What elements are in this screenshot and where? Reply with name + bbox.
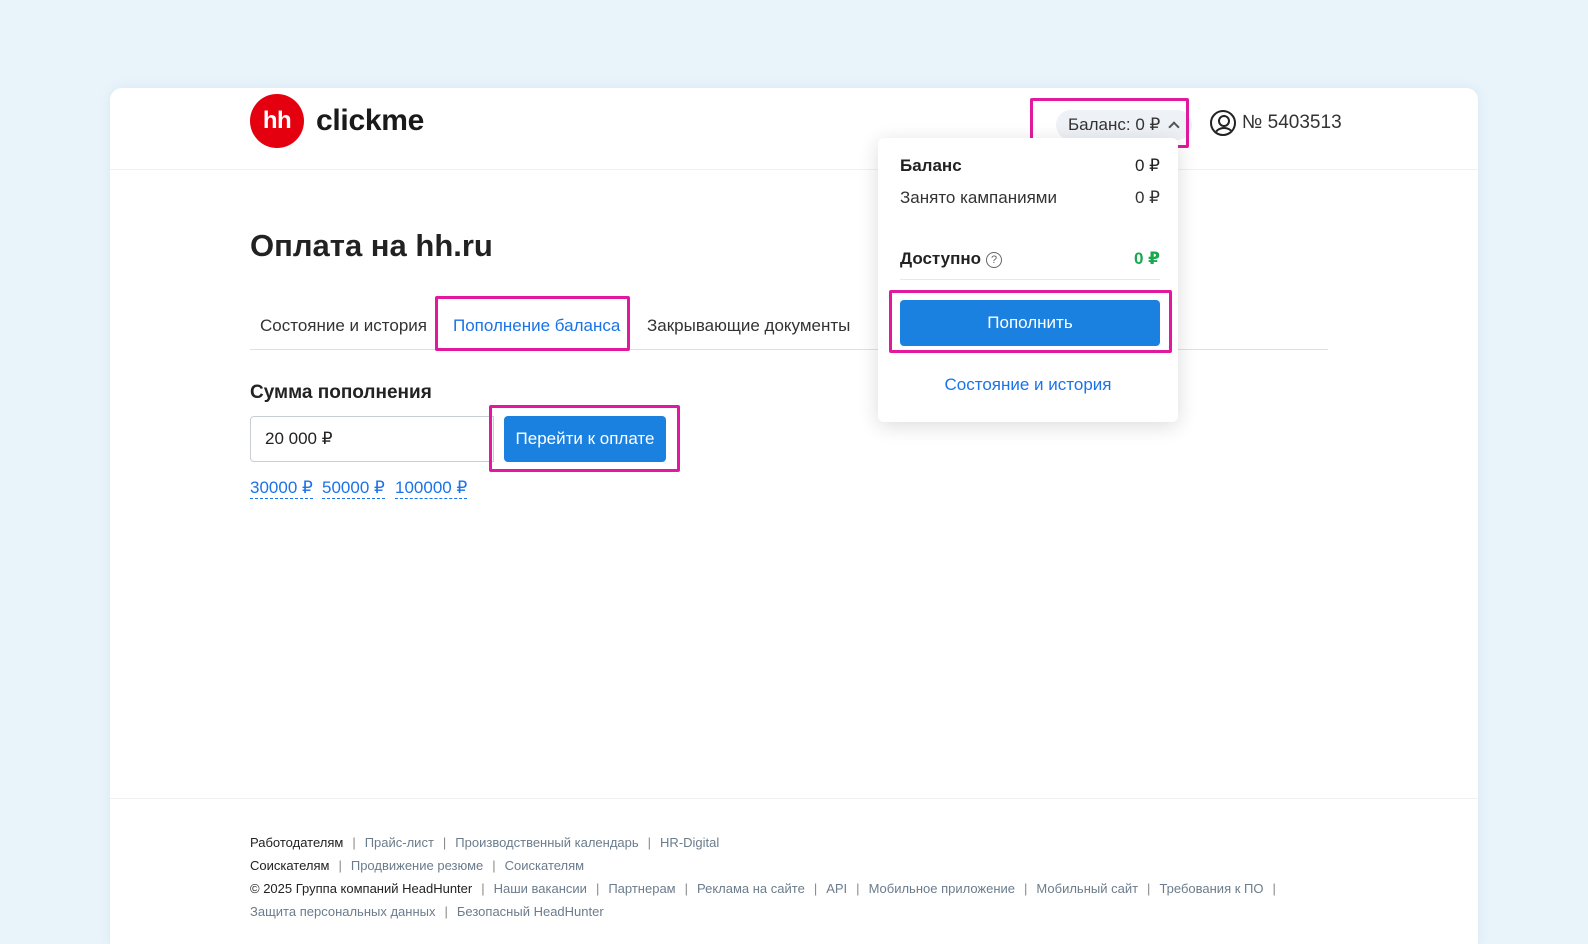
logo-mark: hh [250,94,304,148]
dd-reserved-row: Занято кампаниями 0 ₽ [900,188,1160,208]
dd-reserved-value: 0 ₽ [1135,188,1160,207]
footer-sep: | [492,858,496,873]
footer-link-applicants[interactable]: Соискателям [250,858,329,873]
footer-row-1: Работодателям | Прайс-лист | Производственны… [250,835,719,850]
footer-link-ads[interactable]: Реклама на сайте [697,881,805,896]
footer-sep: | [481,881,485,896]
footer-link-partners[interactable]: Партнерам [608,881,675,896]
account-number: № 5403513 [1242,112,1342,133]
footer-sep: | [1024,881,1028,896]
page-title: Оплата на hh.ru [250,228,493,263]
dd-available-row: Доступно? 0 ₽ [900,249,1160,269]
footer-sep: | [352,835,356,850]
help-icon[interactable]: ? [986,251,1003,268]
logo-text: clickme [316,104,424,137]
account[interactable]: № 5403513 [1210,110,1342,136]
footer-row-3: © 2025 Группа компаний HeadHunter | Наши в… [250,881,1285,896]
footer-copyright: © 2025 Группа компаний HeadHunter [250,881,473,896]
dd-available-label-wrap: Доступно? [900,249,1003,269]
balance-dropdown: Баланс 0 ₽ Занято кампаниями 0 ₽ Доступн… [878,138,1178,422]
footer-link-pricelist[interactable]: Прайс-лист [365,835,434,850]
user-icon [1210,110,1236,136]
main-card: hh clickme Баланс: 0 ₽ № 5403513 Оплата … [110,88,1478,944]
dd-available-label: Доступно [900,249,982,268]
tab-balance-topup[interactable]: Пополнение баланса [453,316,620,336]
footer-sep: | [338,858,342,873]
dd-balance-value: 0 ₽ [1135,156,1160,175]
footer-sep: | [1147,881,1151,896]
footer-sep: | [813,881,818,896]
footer-sep: | [684,881,688,896]
amount-label: Сумма пополнения [250,382,432,403]
dd-divider [900,279,1160,280]
footer-row-2: Соискателям | Продвижение резюме | Соискател… [250,858,584,873]
quick-amount-30000[interactable]: 30000 ₽ [250,478,313,499]
footer-row-4: Защита персональных данных | Безопасный He… [250,904,604,919]
footer-sep: | [595,881,600,896]
footer-link-vacancies[interactable]: Наши вакансии [494,881,587,896]
footer-link-api[interactable]: API [826,881,847,896]
quick-amount-100000[interactable]: 100000 ₽ [395,478,468,499]
footer-sep: | [856,881,860,896]
footer-link-mobile-app[interactable]: Мобильное приложение [869,881,1015,896]
amount-input[interactable] [250,416,494,462]
go-to-payment-button[interactable]: Перейти к оплате [504,416,666,462]
chevron-up-icon [1168,121,1180,133]
footer-link-safe-hh[interactable]: Безопасный HeadHunter [457,904,604,919]
topup-button[interactable]: Пополнить [900,300,1160,346]
balance-button-label: Баланс: 0 ₽ [1068,115,1161,134]
quick-amount-50000[interactable]: 50000 ₽ [322,478,385,499]
header: hh clickme Баланс: 0 ₽ № 5403513 [110,88,1478,170]
footer: Работодателям | Прайс-лист | Производственны… [110,798,1478,944]
footer-link-hr-digital[interactable]: HR-Digital [660,835,719,850]
footer-sep: | [1272,881,1276,896]
footer-link-applicants-2[interactable]: Соискателям [505,858,584,873]
status-history-link[interactable]: Состояние и история [878,375,1178,395]
footer-link-data-protection[interactable]: Защита персональных данных [250,904,436,919]
dd-balance-row: Баланс 0 ₽ [900,156,1160,176]
balance-button[interactable]: Баланс: 0 ₽ [1056,110,1193,140]
footer-link-employers[interactable]: Работодателям [250,835,343,850]
footer-sep: | [647,835,652,850]
footer-sep: | [444,904,448,919]
footer-link-calendar[interactable]: Производственный календарь [455,835,638,850]
tab-closing-documents[interactable]: Закрывающие документы [647,316,850,336]
dd-reserved-label: Занято кампаниями [900,188,1057,207]
dd-available-value: 0 ₽ [1133,249,1160,268]
footer-link-mobile-site[interactable]: Мобильный сайт [1036,881,1138,896]
dd-balance-label: Баланс [900,156,962,175]
tab-status-history[interactable]: Состояние и история [260,316,427,336]
logo[interactable]: hh clickme [250,94,424,148]
footer-link-resume-promo[interactable]: Продвижение резюме [351,858,483,873]
footer-sep: | [442,835,447,850]
footer-link-requirements[interactable]: Требования к ПО [1159,881,1263,896]
